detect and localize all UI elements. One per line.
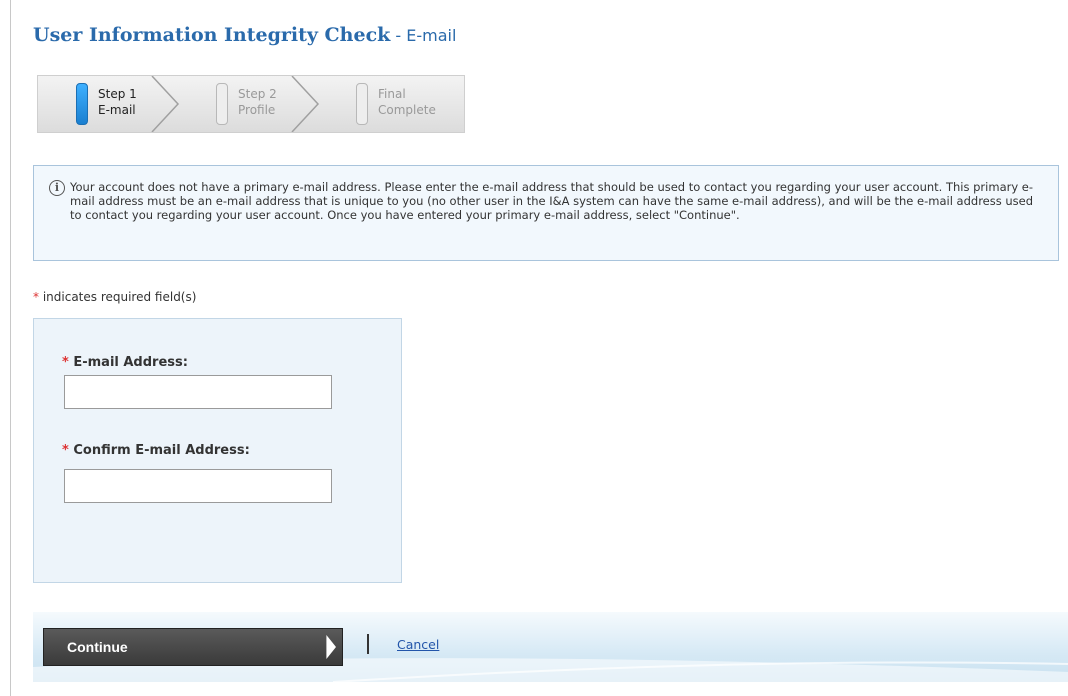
info-box: i Your account does not have a primary e…: [33, 165, 1059, 261]
step-title: Step 2: [238, 87, 277, 101]
confirm-email-label-text: Confirm E-mail Address:: [73, 443, 250, 458]
continue-label: Continue: [67, 639, 128, 655]
divider: [367, 634, 369, 654]
step-indicator-icon: [76, 83, 88, 125]
email-input[interactable]: [64, 375, 332, 409]
chevron-separator-icon: [291, 76, 320, 132]
step-1: Step 1 E-mail: [38, 76, 180, 132]
email-form: * E-mail Address: * Confirm E-mail Addre…: [33, 318, 402, 583]
step-final: Final Complete: [318, 76, 458, 132]
step-indicator-icon: [356, 83, 368, 125]
step-title: Final: [378, 87, 406, 101]
cancel-link[interactable]: Cancel: [397, 637, 439, 652]
step-label: Step 1 E-mail: [98, 86, 137, 118]
page-frame: User Information Integrity Check - E-mai…: [10, 0, 1068, 696]
step-2: Step 2 Profile: [178, 76, 320, 132]
required-note: * indicates required field(s): [33, 290, 196, 304]
page-title-sub: E-mail: [406, 26, 457, 45]
step-wizard: Step 1 E-mail Step 2 Profile Final Compl…: [37, 75, 465, 133]
page-title-main: User Information Integrity Check: [33, 24, 391, 46]
required-star: *: [62, 355, 69, 370]
required-note-text: indicates required field(s): [42, 290, 197, 304]
step-subtitle: E-mail: [98, 103, 136, 117]
action-bar: Continue Cancel: [33, 612, 1068, 682]
confirm-email-label: * Confirm E-mail Address:: [62, 443, 250, 458]
step-subtitle: Profile: [238, 103, 276, 117]
chevron-separator-icon: [151, 76, 180, 132]
confirm-email-input[interactable]: [64, 469, 332, 503]
required-star: *: [62, 443, 69, 458]
info-text: Your account does not have a primary e-m…: [70, 180, 1034, 222]
page-title: User Information Integrity Check - E-mai…: [33, 24, 456, 46]
step-label: Step 2 Profile: [238, 86, 277, 118]
step-label: Final Complete: [378, 86, 436, 118]
arrow-right-icon: [326, 635, 336, 659]
required-star: *: [33, 290, 39, 304]
step-title: Step 1: [98, 87, 137, 101]
step-indicator-icon: [216, 83, 228, 125]
email-label-text: E-mail Address:: [73, 355, 188, 370]
info-icon: i: [49, 180, 65, 196]
title-separator: -: [390, 26, 407, 45]
email-label: * E-mail Address:: [62, 355, 188, 370]
continue-button[interactable]: Continue: [43, 628, 343, 666]
step-subtitle: Complete: [378, 103, 436, 117]
